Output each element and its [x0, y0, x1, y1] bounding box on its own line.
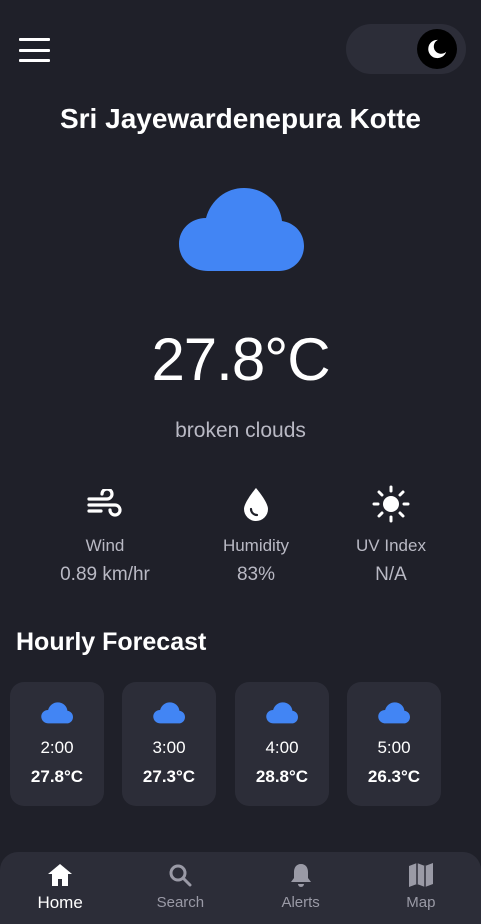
menu-icon-bar [19, 48, 50, 52]
map-icon [408, 863, 433, 887]
toggle-knob [417, 29, 457, 69]
hourly-card[interactable]: 3:00 27.3°C [122, 682, 216, 806]
menu-icon-bar [19, 59, 50, 62]
moon-icon [428, 39, 447, 59]
weather-description: broken clouds [175, 419, 306, 442]
menu-icon-bar [19, 38, 50, 41]
dark-mode-toggle[interactable] [346, 24, 466, 74]
cloud-icon [41, 702, 73, 724]
uv-index-label: UV Index [356, 536, 426, 555]
cloud-icon [378, 702, 410, 724]
hourly-forecast-title: Hourly Forecast [16, 628, 207, 656]
uv-index-stat: UV Index N/A [311, 484, 471, 586]
nav-label-map: Map [406, 894, 436, 911]
cloud-icon [266, 702, 298, 724]
nav-item-map[interactable]: Map [361, 852, 481, 924]
hourly-card[interactable]: 5:00 26.3°C [347, 682, 441, 806]
current-temperature: 27.8°C [151, 326, 330, 393]
hourly-time: 5:00 [377, 738, 411, 757]
bottom-navigation: Home Search Alerts Map [0, 852, 481, 924]
humidity-icon [244, 488, 268, 521]
wind-value: 0.89 km/hr [60, 564, 150, 585]
hourly-card[interactable]: 4:00 28.8°C [235, 682, 329, 806]
cloud-icon [179, 188, 304, 271]
cloud-icon [153, 702, 185, 724]
wind-icon [87, 489, 122, 517]
bell-icon [290, 864, 311, 887]
nav-label-alerts: Alerts [281, 894, 320, 911]
wind-label: Wind [85, 536, 125, 555]
search-icon [169, 864, 192, 887]
hourly-time: 4:00 [265, 738, 299, 757]
hourly-temp: 27.3°C [142, 767, 196, 786]
city-name: Sri Jayewardenepura Kotte [59, 103, 422, 134]
hourly-temp: 26.3°C [367, 767, 421, 786]
nav-item-alerts[interactable]: Alerts [241, 852, 361, 924]
hourly-temp: 28.8°C [255, 767, 309, 786]
nav-label-search: Search [156, 894, 205, 911]
sun-icon [372, 485, 410, 523]
wind-stat: Wind 0.89 km/hr [25, 484, 185, 586]
nav-item-search[interactable]: Search [120, 852, 240, 924]
nav-item-home[interactable]: Home [0, 852, 120, 924]
home-icon [48, 864, 73, 886]
hourly-card[interactable]: 2:00 27.8°C [10, 682, 104, 806]
hourly-time: 3:00 [152, 738, 186, 757]
nav-label-home: Home [37, 893, 83, 912]
hourly-time: 2:00 [40, 738, 74, 757]
uv-index-value: N/A [375, 564, 407, 585]
menu-button[interactable] [19, 38, 50, 62]
hourly-temp: 27.8°C [30, 767, 84, 786]
